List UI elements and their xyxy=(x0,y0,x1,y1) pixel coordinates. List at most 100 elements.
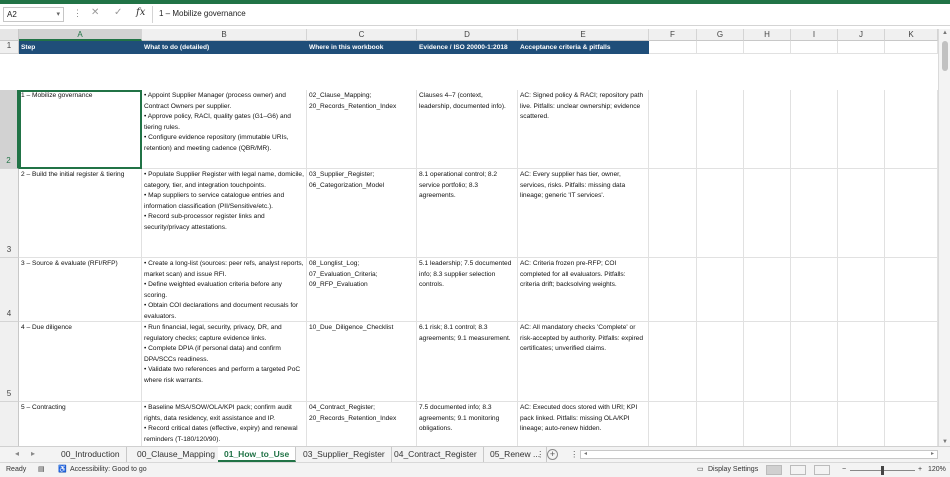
vertical-scrollbar[interactable]: ▲ ▼ xyxy=(938,29,950,446)
empty-cell[interactable] xyxy=(649,258,697,322)
empty-cell[interactable] xyxy=(649,41,697,54)
evidence-cell[interactable]: 6.1 risk; 8.1 control; 8.3 agreements; 9… xyxy=(417,322,518,402)
task-cell[interactable]: • Create a long-list (sources: peer refs… xyxy=(142,258,307,322)
column-header[interactable]: K xyxy=(885,29,938,41)
task-cell[interactable]: • Appoint Supplier Manager (process owne… xyxy=(142,90,307,169)
row-header[interactable]: 2 xyxy=(0,90,19,169)
scroll-right-icon[interactable]: ▸ xyxy=(931,450,934,457)
header-cell[interactable]: Acceptance criteria & pitfalls xyxy=(518,41,649,54)
acceptance-cell[interactable]: AC: Executed docs stored with URI; KPI p… xyxy=(518,402,649,446)
empty-cell[interactable] xyxy=(838,169,885,258)
sheet-tab[interactable]: 05_Renew ... xyxy=(484,447,548,462)
empty-cell[interactable] xyxy=(744,90,791,169)
sheet-tab[interactable]: 03_Supplier_Register xyxy=(297,447,392,462)
more-options-icon[interactable]: ⋮ xyxy=(73,8,82,19)
empty-cell[interactable] xyxy=(838,90,885,169)
scroll-up-icon[interactable]: ▲ xyxy=(942,30,948,36)
empty-cell[interactable] xyxy=(791,90,838,169)
empty-cell[interactable] xyxy=(791,169,838,258)
normal-view-button[interactable] xyxy=(766,465,782,475)
zoom-in-icon[interactable]: + xyxy=(918,463,922,477)
header-cell[interactable]: Step xyxy=(19,41,142,54)
empty-cell[interactable] xyxy=(697,322,744,402)
empty-cell[interactable] xyxy=(649,322,697,402)
empty-cell[interactable] xyxy=(885,90,938,169)
accessibility-status[interactable]: Accessibility: Good to go xyxy=(70,463,147,477)
acceptance-cell[interactable]: AC: Criteria frozen pre-RFP; COI complet… xyxy=(518,258,649,322)
empty-cell[interactable] xyxy=(885,322,938,402)
empty-cell[interactable] xyxy=(885,258,938,322)
acceptance-cell[interactable]: AC: All mandatory checks 'Complete' or r… xyxy=(518,322,649,402)
zoom-slider-thumb[interactable] xyxy=(881,466,884,475)
step-cell[interactable]: 5 – Contracting xyxy=(19,402,142,446)
row-header[interactable]: 3 xyxy=(0,169,19,258)
tab-prev-icon[interactable]: ◂ xyxy=(15,449,19,458)
select-all-corner[interactable] xyxy=(0,29,19,41)
row-header[interactable]: 5 xyxy=(0,322,19,402)
row-header[interactable]: 4 xyxy=(0,258,19,322)
task-cell[interactable]: • Populate Supplier Register with legal … xyxy=(142,169,307,258)
empty-cell[interactable] xyxy=(885,402,938,446)
scroll-thumb[interactable] xyxy=(942,41,948,71)
acceptance-cell[interactable]: AC: Signed policy & RACI; repository pat… xyxy=(518,90,649,169)
formula-input[interactable]: 1 – Mobilize governance xyxy=(152,6,946,23)
tab-next-icon[interactable]: ▸ xyxy=(31,449,35,458)
evidence-cell[interactable]: 8.1 operational control; 8.2 service por… xyxy=(417,169,518,258)
horizontal-scrollbar[interactable]: ◂ ▸ xyxy=(580,450,938,459)
name-box[interactable]: A2 ▾ xyxy=(3,7,64,22)
workbook-location-cell[interactable]: 10_Due_Diligence_Checklist xyxy=(307,322,417,402)
empty-cell[interactable] xyxy=(697,169,744,258)
step-cell[interactable]: 4 – Due diligence xyxy=(19,322,142,402)
scroll-left-icon[interactable]: ◂ xyxy=(584,450,587,457)
row-header[interactable]: 1 xyxy=(0,41,19,54)
workbook-location-cell[interactable]: 04_Contract_Register; 20_Records_Retenti… xyxy=(307,402,417,446)
empty-cell[interactable] xyxy=(838,258,885,322)
workbook-location-cell[interactable]: 08_Longlist_Log; 07_Evaluation_Criteria;… xyxy=(307,258,417,322)
cancel-icon[interactable]: ✕ xyxy=(91,7,99,18)
evidence-cell[interactable]: Clauses 4–7 (context, leadership, docume… xyxy=(417,90,518,169)
header-cell[interactable]: Evidence / ISO 20000-1:2018 linkage xyxy=(417,41,518,54)
empty-cell[interactable] xyxy=(649,169,697,258)
macro-record-icon[interactable]: ▤ xyxy=(38,463,45,477)
step-cell[interactable]: 3 – Source & evaluate (RFI/RFP) xyxy=(19,258,142,322)
empty-cell[interactable] xyxy=(791,402,838,446)
empty-cell[interactable] xyxy=(838,322,885,402)
column-header[interactable]: G xyxy=(697,29,744,41)
step-cell[interactable]: 1 – Mobilize governance xyxy=(19,90,142,169)
empty-cell[interactable] xyxy=(885,169,938,258)
task-cell[interactable]: • Run financial, legal, security, privac… xyxy=(142,322,307,402)
empty-cell[interactable] xyxy=(744,402,791,446)
column-header[interactable]: F xyxy=(649,29,697,41)
zoom-level[interactable]: 120% xyxy=(928,463,946,477)
task-cell[interactable]: • Baseline MSA/SOW/OLA/KPI pack; confirm… xyxy=(142,402,307,446)
sheet-tab[interactable]: 04_Contract_Register xyxy=(388,447,484,462)
column-header[interactable]: A xyxy=(19,29,142,41)
empty-cell[interactable] xyxy=(791,322,838,402)
display-settings-button[interactable]: Display Settings xyxy=(708,463,758,477)
zoom-out-icon[interactable]: − xyxy=(842,463,846,477)
empty-cell[interactable] xyxy=(838,402,885,446)
empty-cell[interactable] xyxy=(697,41,744,54)
empty-cell[interactable] xyxy=(744,322,791,402)
add-sheet-icon[interactable]: + xyxy=(547,449,558,460)
empty-cell[interactable] xyxy=(697,402,744,446)
confirm-icon[interactable]: ✓ xyxy=(114,7,122,18)
accessibility-icon[interactable]: ♿ xyxy=(58,463,67,477)
column-header[interactable]: E xyxy=(518,29,649,41)
empty-cell[interactable] xyxy=(744,41,791,54)
sheet-tab[interactable]: 00_Introduction xyxy=(55,447,127,462)
workbook-location-cell[interactable]: 02_Clause_Mapping; 20_Records_Retention_… xyxy=(307,90,417,169)
chevron-down-icon[interactable]: ▾ xyxy=(56,10,60,18)
page-layout-view-button[interactable] xyxy=(790,465,806,475)
empty-cell[interactable] xyxy=(838,41,885,54)
sheet-tab[interactable]: 00_Clause_Mapping xyxy=(131,447,222,462)
tab-bar-options-icon[interactable]: ⋮ xyxy=(570,447,579,462)
empty-cell[interactable] xyxy=(885,41,938,54)
column-header[interactable]: J xyxy=(838,29,885,41)
function-icon[interactable]: fx xyxy=(136,7,145,18)
row-header[interactable]: 6 xyxy=(0,402,19,446)
empty-cell[interactable] xyxy=(744,258,791,322)
empty-cell[interactable] xyxy=(649,90,697,169)
column-header[interactable]: H xyxy=(744,29,791,41)
display-settings-icon[interactable]: ▭ xyxy=(697,463,704,477)
